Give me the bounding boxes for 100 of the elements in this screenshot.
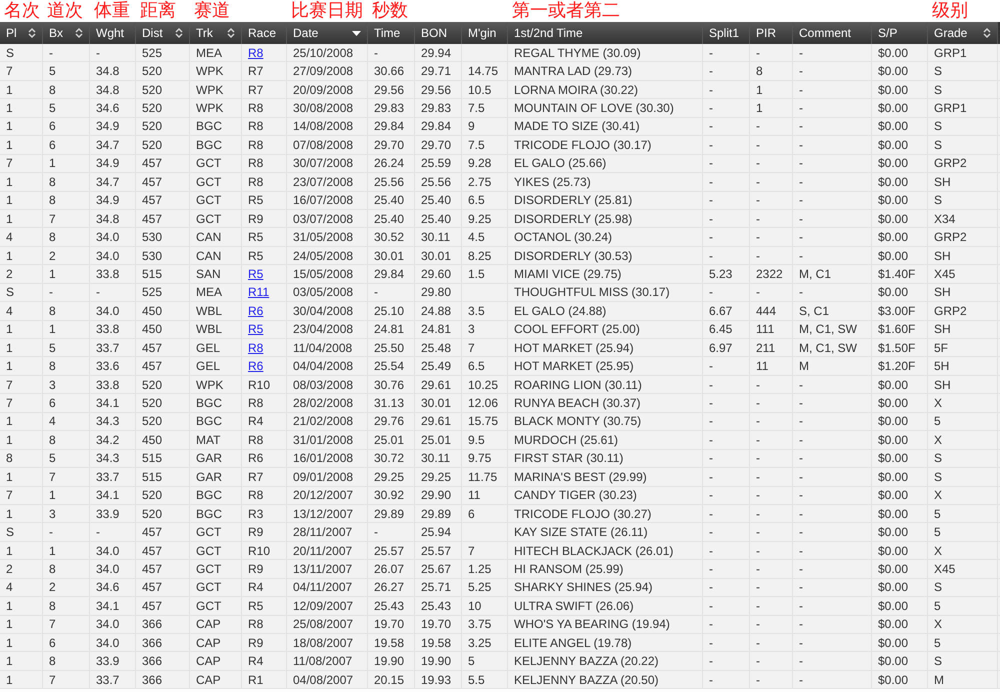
table-cell: 1 (6, 102, 13, 114)
table-cell: 34.9 (96, 194, 120, 206)
table-cell: $0.00 (878, 600, 908, 612)
table-cell: 530 (142, 250, 162, 262)
table-cell: 8 (756, 65, 763, 78)
table-cell: 34.8 (96, 212, 120, 225)
table-cell: 20/12/2007 (293, 489, 354, 502)
table-cell: - (799, 600, 803, 612)
table-cell: - (756, 655, 760, 668)
table-cell: 29.60 (421, 268, 452, 280)
table-cell: X (934, 397, 942, 410)
table-cell: - (799, 231, 803, 244)
table-cell: 366 (142, 674, 162, 686)
table-cell: 34.8 (96, 84, 120, 96)
table-cell: R8 (248, 138, 264, 151)
race-link[interactable]: R6 (248, 304, 264, 317)
table-cell: 8 (49, 231, 56, 244)
table-cell: BGC (196, 415, 222, 428)
table-cell: DISORDERLY (25.98) (514, 212, 632, 225)
table-cell: - (799, 544, 803, 557)
table-cell: 23/04/2008 (293, 323, 354, 336)
table-cell: CAP (196, 618, 221, 630)
table-cell: 1 (49, 544, 56, 557)
table-cell: 5 (934, 600, 941, 612)
table-cell: 457 (142, 600, 162, 612)
table-cell: S (934, 194, 942, 206)
table-cell: 4 (6, 304, 13, 317)
table-cell: S (6, 286, 14, 298)
table-cell: 6.67 (709, 304, 732, 317)
table-cell: 8 (49, 176, 56, 188)
table-cell: 31/01/2008 (293, 434, 354, 446)
table-cell: SH (934, 176, 951, 188)
sort-icon (75, 27, 83, 39)
table-cell: - (799, 157, 803, 170)
table-cell: BGC (196, 397, 222, 410)
table-cell: - (709, 360, 713, 372)
table-cell: LORNA MOIRA (30.22) (514, 84, 638, 96)
table-cell: 1 (6, 434, 13, 446)
table-cell: 7 (49, 212, 56, 225)
table-cell: 457 (142, 342, 162, 354)
table-cell: - (799, 489, 803, 502)
table-cell: R8 (248, 176, 264, 188)
table-cell: 8 (49, 84, 56, 96)
table-cell: $1.40F (878, 268, 916, 280)
race-link[interactable]: R6 (248, 360, 264, 372)
table-cell: - (799, 378, 803, 391)
table-cell: R1 (248, 674, 264, 686)
table-cell: 5 (934, 526, 941, 538)
table-cell: 30/07/2008 (293, 157, 354, 170)
table-cell: 1.5 (468, 268, 485, 280)
table-cell: 457 (142, 212, 162, 225)
table-cell: 28/02/2008 (293, 397, 354, 410)
race-link[interactable]: R5 (248, 323, 264, 336)
table-cell: 16/07/2008 (293, 194, 354, 206)
table-cell: 5F (934, 342, 948, 354)
table-cell: 30.11 (421, 231, 450, 244)
table-cell: 34.0 (96, 250, 120, 262)
table-cell: 6.97 (709, 342, 732, 354)
table-cell: - (709, 526, 713, 538)
table-cell: X34 (934, 212, 956, 225)
table-cell: 520 (142, 397, 162, 410)
table-cell: 1 (49, 489, 56, 502)
table-cell: - (799, 176, 803, 188)
table-cell: - (799, 286, 803, 298)
table-cell: 24/05/2008 (293, 250, 354, 262)
table-cell: 25.40 (421, 212, 452, 225)
race-link[interactable]: R8 (248, 342, 264, 354)
table-cell: 25.49 (421, 360, 452, 372)
race-link[interactable]: R11 (248, 286, 270, 298)
table-cell: $0.00 (878, 138, 908, 151)
table-cell: 15/05/2008 (293, 268, 354, 280)
table-cell: 1 (6, 250, 13, 262)
table-cell: SH (934, 323, 951, 336)
table-cell: - (799, 581, 803, 594)
table-cell: - (374, 526, 378, 538)
table-cell: BGC (196, 138, 222, 151)
table-cell: 11 (756, 360, 768, 372)
race-link[interactable]: R5 (248, 268, 264, 280)
table-cell: GCT (196, 562, 222, 575)
table-cell: - (799, 250, 803, 262)
table-cell: GCT (196, 581, 222, 594)
table-cell: 2 (49, 250, 56, 262)
table-cell: WPK (196, 65, 224, 78)
table-cell: 20.15 (374, 674, 404, 686)
race-link[interactable]: R8 (248, 46, 264, 59)
table-cell: EL GALO (25.66) (514, 157, 606, 170)
table-cell: 520 (142, 120, 162, 132)
table-cell: 25.67 (421, 562, 452, 575)
table-cell: - (709, 46, 713, 59)
table-cell: 6.45 (709, 323, 732, 336)
table-cell: MIAMI VICE (29.75) (514, 268, 622, 280)
table-cell: GCT (196, 544, 222, 557)
table-cell: 34.0 (96, 618, 120, 630)
table-cell: 1 (6, 544, 13, 557)
table-cell: R4 (248, 415, 264, 428)
table-cell: $0.00 (878, 562, 908, 575)
table-cell: 29.90 (421, 489, 452, 502)
table-cell: $0.00 (878, 212, 908, 225)
table-cell: 29.25 (421, 470, 452, 483)
table-cell: S (934, 470, 942, 483)
